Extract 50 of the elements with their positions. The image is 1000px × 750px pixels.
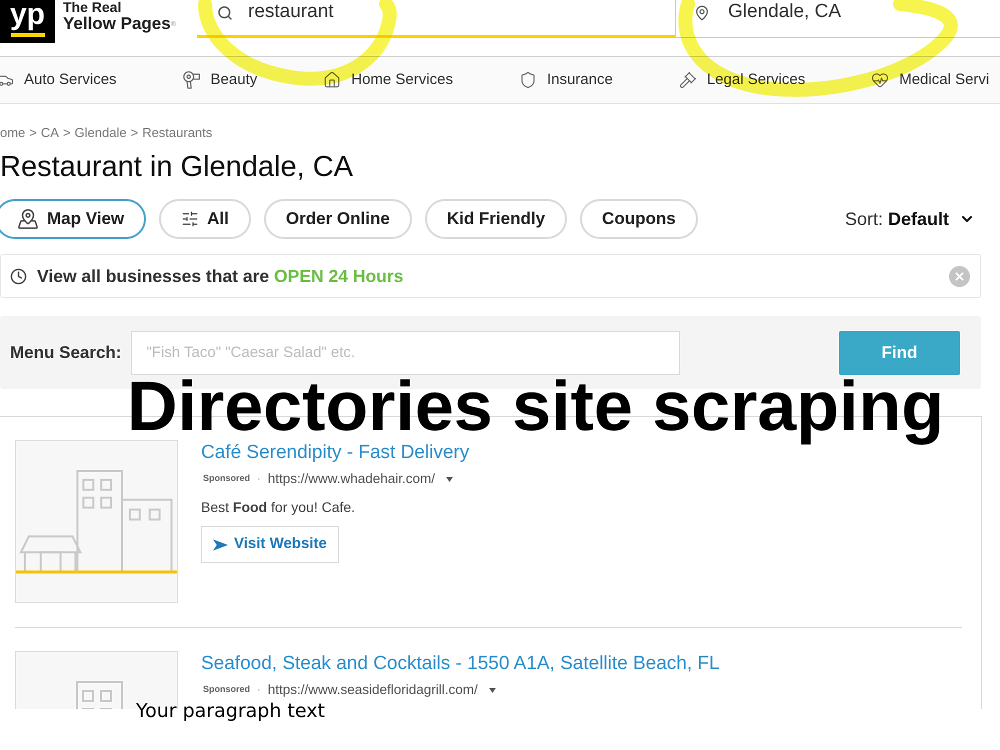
clock-icon	[10, 268, 27, 284]
location-pin-icon	[694, 2, 710, 22]
caret-icon[interactable]	[488, 688, 496, 692]
business-title-link[interactable]: Café Serendipity - Fast Delivery	[201, 441, 470, 465]
breadcrumb-link[interactable]: Restaurants	[142, 125, 212, 141]
sponsored-label: Sponsored	[203, 683, 250, 696]
breadcrumb-separator: >	[29, 125, 37, 141]
category-link[interactable]: Medical Servi	[871, 68, 990, 92]
breadcrumb-separator: >	[62, 125, 71, 141]
location-field[interactable]: Glendale, CA	[675, 0, 1000, 38]
business-description: Best Food for you! Cafe.	[201, 498, 356, 516]
arrow-icon	[213, 538, 228, 550]
gavel-icon	[678, 71, 697, 89]
category-link[interactable]: Auto Services	[0, 68, 117, 92]
category-link[interactable]: Home Services	[323, 68, 453, 92]
breadcrumb-link[interactable]: CA	[40, 125, 59, 141]
website-url-link[interactable]: https://www.seasidefloridagrill.com/	[268, 680, 478, 700]
category-link[interactable]: Beauty	[182, 68, 258, 92]
filter-chip[interactable]: All	[159, 199, 251, 239]
search-icon	[217, 4, 233, 20]
map-icon	[17, 208, 39, 230]
category-link[interactable]: Insurance	[518, 68, 613, 92]
breadcrumb-link[interactable]: Glendale	[74, 125, 127, 141]
shield-icon	[518, 71, 537, 89]
sort-dropdown[interactable]: Sort: Default	[844, 206, 975, 232]
open-hours-text: View all businesses that are OPEN 24 Hours	[37, 264, 404, 288]
sponsored-label: Sponsored	[203, 472, 250, 486]
search-field[interactable]: restaurant	[197, 0, 675, 38]
logo-wordmark: Yellow Pages$^{®}$	[63, 15, 176, 33]
filter-chip[interactable]: Order Online	[264, 199, 412, 239]
caret-icon[interactable]	[446, 476, 454, 482]
buildings-drawing	[76, 681, 123, 709]
overlay-caption: Your paragraph text	[136, 702, 325, 721]
website-url-link[interactable]: https://www.whadehair.com/	[268, 468, 436, 490]
yp-logo[interactable]: yp	[0, 0, 55, 43]
filter-chip[interactable]: Coupons	[580, 199, 698, 239]
sliders-icon	[181, 210, 200, 228]
filter-chip[interactable]: Kid Friendly	[424, 199, 568, 239]
menu-search-label: Menu Search:	[10, 342, 122, 364]
page-title: Restaurant in Glendale, CA	[0, 150, 354, 184]
breadcrumb-link[interactable]: ome	[0, 125, 26, 141]
hair-dryer-icon	[182, 71, 201, 89]
menu-search-input[interactable]: "Fish Taco" "Caesar Salad" etc.	[131, 330, 680, 374]
logo-tagline: The Real	[63, 0, 122, 15]
business-title-link[interactable]: Seafood, Steak and Cocktails - 1550 A1A, Satellite Beach, FL	[201, 652, 720, 676]
filter-chip[interactable]: Map View	[0, 199, 146, 239]
meta-separator: ·	[257, 682, 261, 698]
meta-separator: ·	[257, 472, 261, 487]
breadcrumb-separator: >	[130, 125, 138, 141]
visit-website-button[interactable]: Visit Website	[201, 526, 339, 563]
